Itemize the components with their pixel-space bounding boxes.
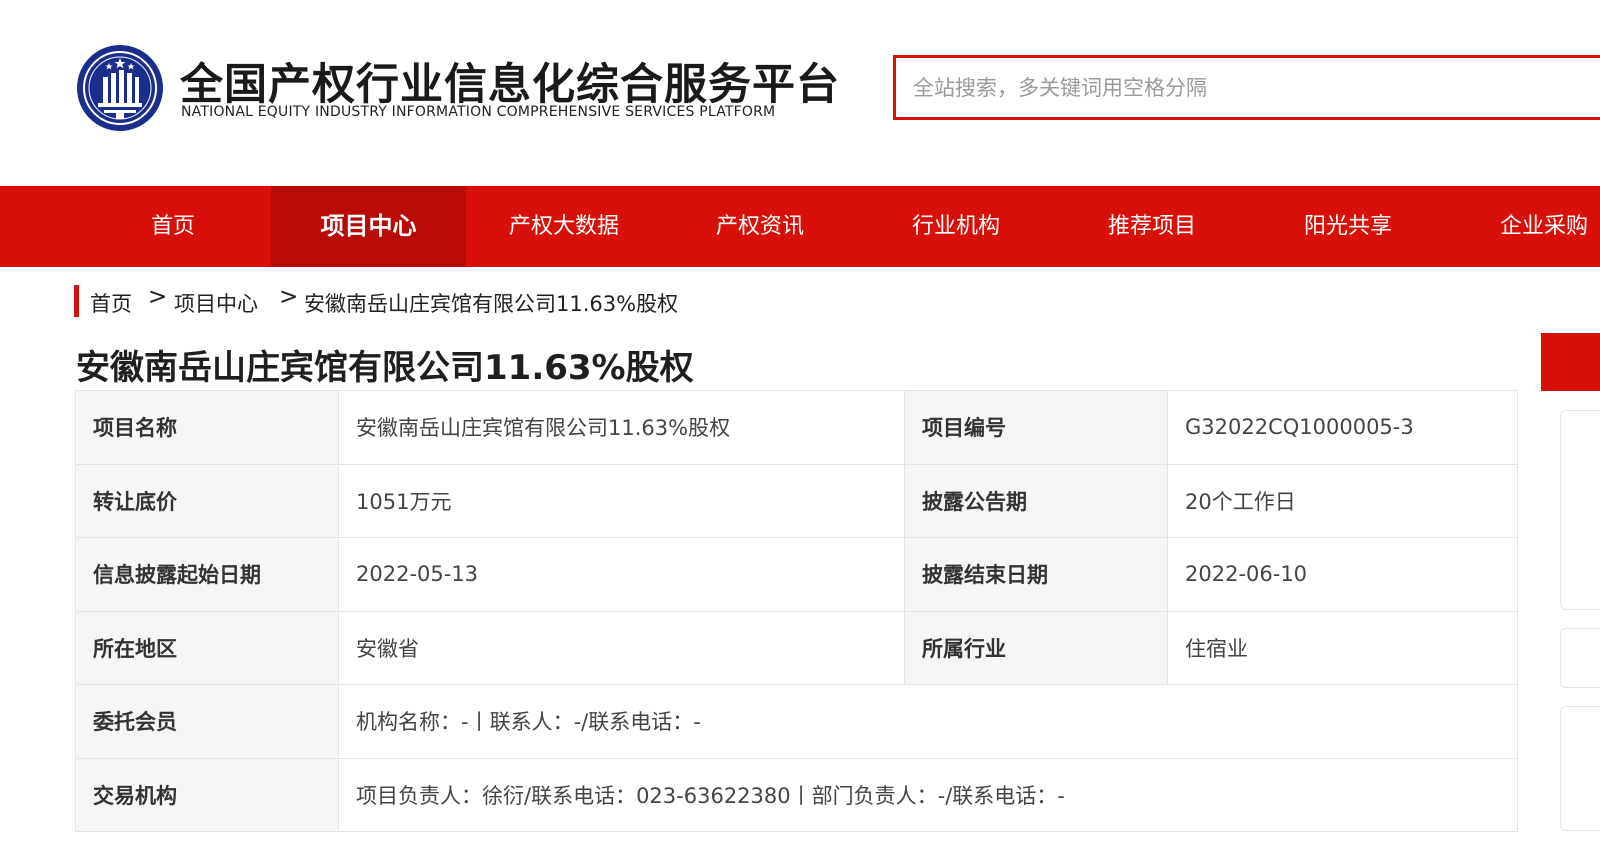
table-row: 委托会员 机构名称：-丨联系人：-/联系电话：- <box>75 684 1518 759</box>
breadcrumb-marker <box>74 285 79 317</box>
breadcrumb-project-center[interactable]: 项目中心 <box>174 288 258 318</box>
label-project-number: 项目编号 <box>904 390 1168 465</box>
label-reserve-price: 转让底价 <box>75 463 339 538</box>
breadcrumb-home[interactable]: 首页 <box>90 288 132 318</box>
nav-item-equity-big-data[interactable]: 产权大数据 <box>466 186 662 267</box>
table-row: 信息披露起始日期 2022-05-13 披露结束日期 2022-06-10 <box>75 537 1518 612</box>
breadcrumb-separator: > <box>148 284 168 310</box>
nav-item-industry-institutions[interactable]: 行业机构 <box>858 186 1054 267</box>
site-header: 全国产权行业信息化综合服务平台 NATIONAL EQUITY INDUSTRY… <box>0 0 1600 186</box>
value-industry: 住宿业 <box>1167 610 1518 685</box>
value-disclosure-period: 20个工作日 <box>1167 463 1518 538</box>
nav-item-recommended-projects[interactable]: 推荐项目 <box>1054 186 1250 267</box>
side-float-panel[interactable] <box>1560 410 1600 610</box>
nav-item-sunshine-sharing[interactable]: 阳光共享 <box>1250 186 1446 267</box>
label-disclosure-end: 披露结束日期 <box>904 537 1168 612</box>
value-project-name: 安徽南岳山庄宾馆有限公司11.63%股权 <box>338 390 905 465</box>
table-row: 交易机构 项目负责人：徐衍/联系电话：023-63622380丨部门负责人：-/… <box>75 757 1518 832</box>
side-float-panel-lower[interactable] <box>1560 706 1600 831</box>
search-input[interactable] <box>896 58 1600 117</box>
site-subtitle-en: NATIONAL EQUITY INDUSTRY INFORMATION COM… <box>181 104 776 120</box>
project-details-table: 项目名称 安徽南岳山庄宾馆有限公司11.63%股权 项目编号 G32022CQ1… <box>75 390 1518 832</box>
label-project-name: 项目名称 <box>75 390 339 465</box>
breadcrumb-current: 安徽南岳山庄宾馆有限公司11.63%股权 <box>304 292 679 316</box>
search-box[interactable] <box>893 55 1600 120</box>
page-title: 安徽南岳山庄宾馆有限公司11.63%股权 <box>76 348 694 388</box>
table-row: 转让底价 1051万元 披露公告期 20个工作日 <box>75 463 1518 538</box>
breadcrumb-separator: > <box>279 284 299 310</box>
value-region: 安徽省 <box>338 610 905 685</box>
side-float-button[interactable] <box>1560 628 1600 688</box>
national-emblem-logo-icon[interactable] <box>76 44 164 132</box>
site-title: 全国产权行业信息化综合服务平台 <box>180 60 840 110</box>
main-nav: 首页 项目中心 产权大数据 产权资讯 行业机构 推荐项目 阳光共享 企业采购 <box>0 186 1600 267</box>
nav-item-enterprise-procurement[interactable]: 企业采购 <box>1446 186 1600 267</box>
value-disclosure-end: 2022-06-10 <box>1167 537 1518 612</box>
nav-item-equity-news[interactable]: 产权资讯 <box>662 186 858 267</box>
value-entrusted-member: 机构名称：-丨联系人：-/联系电话：- <box>338 684 1518 759</box>
value-trading-institution: 项目负责人：徐衍/联系电话：023-63622380丨部门负责人：-/联系电话：… <box>338 757 1518 832</box>
nav-item-home[interactable]: 首页 <box>75 186 271 267</box>
value-disclosure-start: 2022-05-13 <box>338 537 905 612</box>
value-reserve-price: 1051万元 <box>338 463 905 538</box>
label-region: 所在地区 <box>75 610 339 685</box>
label-disclosure-period: 披露公告期 <box>904 463 1168 538</box>
label-entrusted-member: 委托会员 <box>75 684 339 759</box>
nav-item-project-center[interactable]: 项目中心 <box>271 186 466 267</box>
label-industry: 所属行业 <box>904 610 1168 685</box>
label-trading-institution: 交易机构 <box>75 757 339 832</box>
label-disclosure-start: 信息披露起始日期 <box>75 537 339 612</box>
table-row: 所在地区 安徽省 所属行业 住宿业 <box>75 610 1518 685</box>
side-float-tab[interactable] <box>1541 333 1600 391</box>
table-row: 项目名称 安徽南岳山庄宾馆有限公司11.63%股权 项目编号 G32022CQ1… <box>75 390 1518 465</box>
value-project-number: G32022CQ1000005-3 <box>1167 390 1518 465</box>
